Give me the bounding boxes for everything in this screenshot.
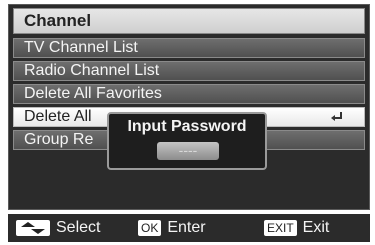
select-label: Select [56, 219, 101, 236]
menu-title: Channel [13, 8, 365, 34]
password-input[interactable]: ---- [157, 142, 219, 160]
enter-label: Enter [167, 219, 206, 236]
channel-menu-panel: Channel TV Channel List Radio Channel Li… [8, 4, 370, 210]
up-down-arrows-icon [16, 220, 50, 236]
enter-hint: OK Enter [138, 219, 206, 237]
ok-key: OK [138, 220, 162, 236]
exit-label: Exit [302, 219, 330, 236]
exit-key: EXIT [264, 220, 297, 236]
menu-item-delete-all-favorites[interactable]: Delete All Favorites [13, 84, 365, 104]
password-dialog: Input Password ---- [107, 112, 267, 170]
enter-icon [331, 112, 342, 121]
menu-item-label: TV Channel List [24, 39, 138, 56]
menu-item-label: Group Re [24, 131, 94, 148]
menu-item-radio-channel-list[interactable]: Radio Channel List [13, 61, 365, 81]
dialog-title: Input Password [127, 118, 247, 135]
select-hint: Select [16, 219, 100, 237]
exit-hint: EXIT Exit [264, 219, 329, 237]
menu-item-label: Delete All Favorites [24, 85, 162, 102]
menu-item-label: Delete All [24, 108, 92, 125]
menu-item-tv-channel-list[interactable]: TV Channel List [13, 38, 365, 58]
menu-item-label: Radio Channel List [24, 62, 160, 79]
footer-hint-bar: Select OK Enter EXIT Exit [8, 214, 370, 242]
channel-menu-screen: Channel TV Channel List Radio Channel Li… [0, 0, 375, 245]
